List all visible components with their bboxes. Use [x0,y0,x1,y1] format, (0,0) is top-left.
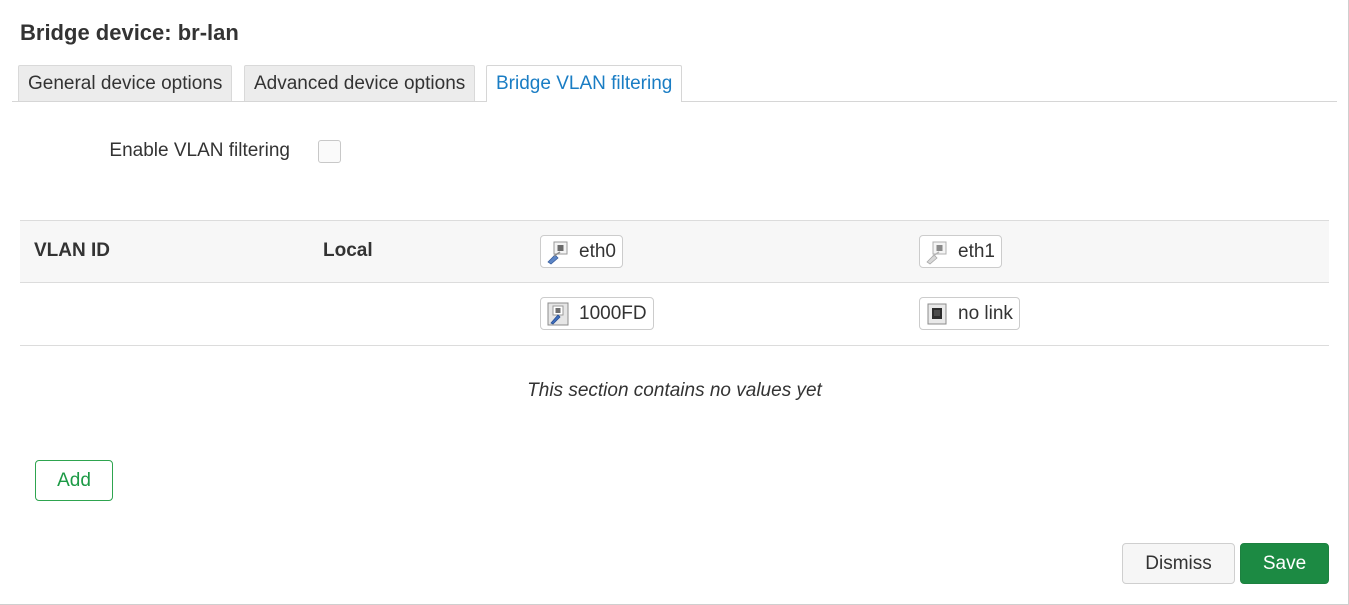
enable-vlan-filtering-label: Enable VLAN filtering [109,140,290,161]
port-eth1-badge[interactable]: eth1 [919,235,1002,268]
save-button[interactable]: Save [1240,543,1329,584]
vlan-table-header-row: VLAN ID Local eth0 eth1 [20,220,1329,283]
vlan-table: VLAN ID Local eth0 eth1 1000FD no link [20,220,1329,346]
dismiss-button[interactable]: Dismiss [1122,543,1235,584]
ethernet-port-icon [545,239,571,265]
local-header: Local [323,240,373,261]
empty-section-message: This section contains no values yet [527,380,822,401]
tab-general-device-options[interactable]: General device options [18,65,233,101]
port-eth1-label: eth1 [958,240,995,262]
tab-bridge-vlan-filtering[interactable]: Bridge VLAN filtering [486,65,683,102]
link-up-icon [545,301,571,327]
port-eth1-status-badge: no link [919,297,1020,330]
tab-bar: General device options Advanced device o… [12,64,1337,102]
port-eth0-status: 1000FD [579,302,647,324]
enable-vlan-filtering-checkbox[interactable] [318,140,341,163]
vlan-id-header: VLAN ID [34,240,110,261]
ethernet-port-icon [924,239,950,265]
link-down-icon [924,301,950,327]
vlan-table-status-row: 1000FD no link [20,283,1329,346]
dialog-title: Bridge device: br-lan [20,20,239,45]
port-eth0-label: eth0 [579,240,616,262]
port-eth1-status: no link [958,302,1013,324]
port-eth0-status-badge: 1000FD [540,297,654,330]
add-button[interactable]: Add [35,460,113,501]
tab-advanced-device-options[interactable]: Advanced device options [244,65,476,101]
enable-vlan-filtering-row: Enable VLAN filtering [0,132,1349,172]
port-eth0-badge[interactable]: eth0 [540,235,623,268]
